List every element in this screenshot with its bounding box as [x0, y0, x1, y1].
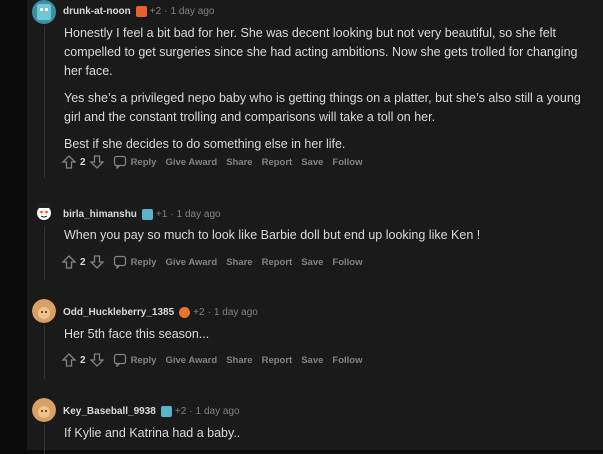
avatar[interactable]	[32, 299, 56, 323]
cat-flair-icon	[141, 208, 153, 220]
comment-body: When you pay so much to look like Barbie…	[64, 226, 584, 253]
vote-score: 2	[80, 256, 86, 268]
report-button[interactable]: Report	[262, 355, 293, 366]
share-button[interactable]: Share	[226, 257, 252, 268]
report-button[interactable]: Report	[262, 157, 293, 168]
upvote-icon[interactable]	[61, 254, 77, 270]
share-button[interactable]: Share	[226, 157, 252, 168]
save-button[interactable]: Save	[301, 157, 323, 168]
karma-count: +2	[174, 405, 187, 417]
reply-label: Reply	[130, 354, 157, 366]
comment-paragraph: Yes she’s a privileged nepo baby who is …	[64, 91, 581, 124]
separator-dot: ·	[207, 306, 211, 318]
thread-line[interactable]	[44, 226, 45, 280]
thread-line[interactable]	[44, 325, 45, 379]
karma-count: +2	[193, 306, 205, 318]
reply-button[interactable]: Reply	[113, 353, 157, 367]
reply-label: Reply	[130, 156, 157, 168]
comment-paragraph: Honestly I feel a bit bad for her. She w…	[64, 26, 578, 78]
chat-bubble-icon	[113, 255, 126, 269]
share-button[interactable]: Share	[226, 355, 252, 366]
chat-bubble-icon	[113, 155, 126, 169]
comment-actions: 2 Reply Give Award Share Report Save Fol…	[61, 253, 371, 271]
avatar[interactable]	[32, 398, 56, 422]
vote-score: 2	[80, 156, 86, 168]
comment-header: Odd_Huckleberry_1385 +2 · 1 day ago	[63, 304, 258, 320]
username[interactable]: drunk-at-noon	[63, 6, 131, 17]
username[interactable]: Odd_Huckleberry_1385	[63, 307, 174, 318]
reply-button[interactable]: Reply	[113, 155, 157, 169]
report-button[interactable]: Report	[262, 257, 293, 268]
chat-bubble-icon	[113, 353, 126, 367]
vote-score: 2	[80, 354, 86, 366]
reply-button[interactable]: Reply	[113, 255, 157, 269]
timestamp[interactable]: 1 day ago	[171, 6, 215, 17]
comment-body: If Kylie and Katrina had a baby..	[64, 424, 584, 451]
comment-paragraph: If Kylie and Katrina had a baby..	[64, 426, 241, 440]
comment-header: birla_himanshu +1 · 1 day ago	[63, 206, 221, 222]
follow-button[interactable]: Follow	[332, 157, 362, 168]
comment-header: drunk-at-noon +2 · 1 day ago	[63, 3, 214, 19]
comment-body: Honestly I feel a bit bad for her. She w…	[64, 24, 584, 162]
separator-dot: ·	[164, 5, 168, 17]
timestamp[interactable]: 1 day ago	[196, 406, 240, 417]
thread-line[interactable]	[44, 26, 45, 178]
orange-flair-icon	[179, 306, 191, 318]
give-award-button[interactable]: Give Award	[165, 355, 217, 366]
upvote-icon[interactable]	[61, 154, 77, 170]
comment-body: Her 5th face this season...	[64, 325, 584, 352]
avatar[interactable]	[32, 0, 56, 24]
follow-button[interactable]: Follow	[332, 257, 362, 268]
timestamp[interactable]: 1 day ago	[214, 307, 258, 318]
username[interactable]: Key_Baseball_9938	[63, 406, 156, 417]
follow-button[interactable]: Follow	[332, 355, 362, 366]
avatar[interactable]	[32, 200, 56, 224]
comment-header: Key_Baseball_9938 +2 · 1 day ago	[63, 403, 240, 419]
comment-paragraph: Her 5th face this season...	[64, 327, 210, 341]
username[interactable]: birla_himanshu	[63, 209, 137, 220]
save-button[interactable]: Save	[301, 257, 323, 268]
downvote-icon[interactable]	[88, 352, 105, 368]
timestamp[interactable]: 1 day ago	[177, 209, 221, 220]
give-award-button[interactable]: Give Award	[165, 157, 217, 168]
downvote-icon[interactable]	[88, 154, 105, 170]
cat-flair-icon	[160, 405, 172, 417]
karma-count: +2	[149, 5, 162, 17]
fire-flair-icon	[135, 5, 147, 17]
give-award-button[interactable]: Give Award	[165, 257, 217, 268]
comment-paragraph: When you pay so much to look like Barbie…	[64, 228, 481, 242]
save-button[interactable]: Save	[301, 355, 323, 366]
karma-count: +1	[155, 208, 168, 220]
downvote-icon[interactable]	[88, 254, 105, 270]
reply-label: Reply	[130, 256, 157, 268]
upvote-icon[interactable]	[61, 352, 77, 368]
comment-actions: 2 Reply Give Award Share Report Save Fol…	[61, 153, 371, 171]
comment-actions: 2 Reply Give Award Share Report Save Fol…	[61, 351, 371, 369]
separator-dot: ·	[170, 208, 174, 220]
comment-paragraph: Best if she decides to do something else…	[64, 137, 346, 151]
separator-dot: ·	[189, 405, 193, 417]
comment-panel: drunk-at-noon +2 · 1 day ago Honestly I …	[27, 0, 603, 454]
